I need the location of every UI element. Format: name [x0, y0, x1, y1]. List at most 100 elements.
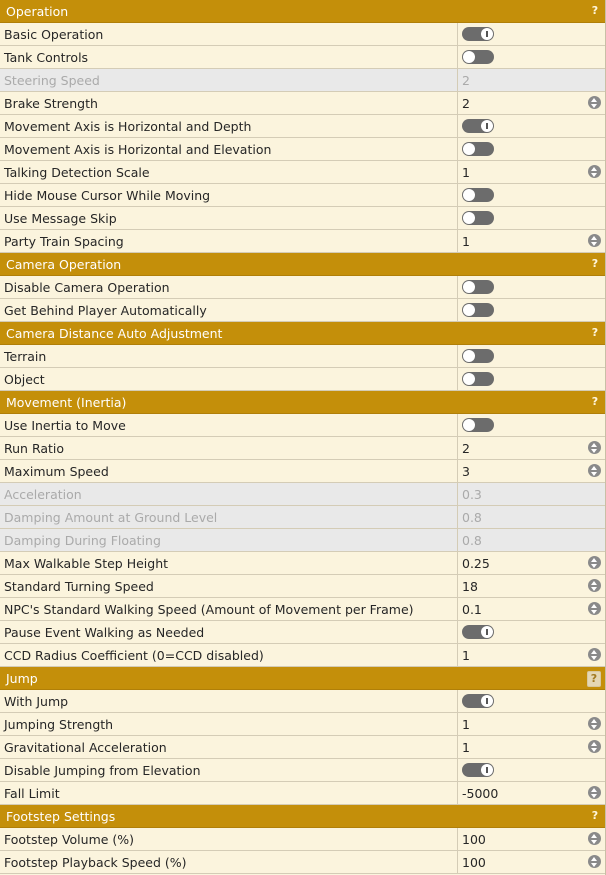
help-icon[interactable]: ? — [589, 809, 601, 823]
toggle-switch[interactable] — [462, 694, 494, 708]
toggle-switch[interactable] — [462, 142, 494, 156]
setting-value-cell: 18 — [458, 575, 605, 597]
number-input[interactable]: 0.25 — [462, 556, 490, 571]
setting-label: Party Train Spacing — [0, 230, 458, 252]
setting-value-cell: 0.8 — [458, 529, 605, 551]
section-header-camera-operation[interactable]: Camera Operation? — [0, 253, 605, 276]
setting-label: Terrain — [0, 345, 458, 367]
setting-value-cell: 0.3 — [458, 483, 605, 505]
setting-label: Use Inertia to Move — [0, 414, 458, 436]
help-icon[interactable]: ? — [589, 257, 601, 271]
setting-label: Standard Turning Speed — [0, 575, 458, 597]
number-input[interactable]: 3 — [462, 464, 470, 479]
number-input[interactable]: 1 — [462, 165, 470, 180]
toggle-switch[interactable] — [462, 349, 494, 363]
setting-value-cell: 2 — [458, 437, 605, 459]
spinner-icon[interactable] — [588, 740, 601, 753]
number-input[interactable]: -5000 — [462, 786, 498, 801]
spinner-icon[interactable] — [588, 441, 601, 454]
setting-row-run-ratio: Run Ratio 2 — [0, 437, 605, 460]
toggle-switch[interactable] — [462, 50, 494, 64]
toggle-switch[interactable] — [462, 211, 494, 225]
setting-row-use-message-skip: Use Message Skip — [0, 207, 605, 230]
toggle-switch[interactable] — [462, 625, 494, 639]
spinner-icon[interactable] — [588, 717, 601, 730]
spinner-icon[interactable] — [588, 832, 601, 845]
setting-row-acceleration: Acceleration 0.3 — [0, 483, 605, 506]
spinner-icon[interactable] — [588, 855, 601, 868]
toggle-switch[interactable] — [462, 418, 494, 432]
spinner-icon[interactable] — [588, 602, 601, 615]
toggle-knob — [463, 189, 475, 201]
setting-value-cell — [458, 138, 605, 160]
toggle-knob — [463, 212, 475, 224]
number-input[interactable]: 100 — [462, 855, 486, 870]
number-input[interactable]: 1 — [462, 234, 470, 249]
toggle-switch[interactable] — [462, 303, 494, 317]
toggle-switch[interactable] — [462, 280, 494, 294]
section-header-footstep-settings[interactable]: Footstep Settings? — [0, 805, 605, 828]
section-title: Jump — [6, 670, 38, 686]
setting-row-steering-speed: Steering Speed 2 — [0, 69, 605, 92]
spinner-icon[interactable] — [588, 786, 601, 799]
setting-row-tank-controls: Tank Controls — [0, 46, 605, 69]
setting-label: Maximum Speed — [0, 460, 458, 482]
toggle-knob — [463, 281, 475, 293]
toggle-switch[interactable] — [462, 763, 494, 777]
help-icon[interactable]: ? — [587, 671, 601, 687]
section-title: Operation — [6, 3, 69, 19]
section-header-jump[interactable]: Jump? — [0, 667, 605, 690]
number-input[interactable]: 100 — [462, 832, 486, 847]
spinner-icon[interactable] — [588, 96, 601, 109]
setting-label: Talking Detection Scale — [0, 161, 458, 183]
section-header-operation[interactable]: Operation? — [0, 0, 605, 23]
spinner-icon[interactable] — [588, 234, 601, 247]
number-input[interactable]: 0.1 — [462, 602, 482, 617]
number-input[interactable]: 2 — [462, 441, 470, 456]
spinner-icon[interactable] — [588, 579, 601, 592]
spinner-icon[interactable] — [588, 648, 601, 661]
number-input[interactable]: 18 — [462, 579, 478, 594]
setting-row-hide-mouse-cursor-while-moving: Hide Mouse Cursor While Moving — [0, 184, 605, 207]
setting-label: Footstep Volume (%) — [0, 828, 458, 850]
setting-row-brake-strength: Brake Strength 2 — [0, 92, 605, 115]
setting-row-party-train-spacing: Party Train Spacing 1 — [0, 230, 605, 253]
setting-value-cell — [458, 115, 605, 137]
setting-value-cell: 2 — [458, 69, 605, 91]
setting-value-cell: 100 — [458, 828, 605, 850]
setting-label: Movement Axis is Horizontal and Depth — [0, 115, 458, 137]
toggle-switch[interactable] — [462, 372, 494, 386]
setting-label: Brake Strength — [0, 92, 458, 114]
setting-value-cell — [458, 368, 605, 390]
setting-row-object: Object — [0, 368, 605, 391]
help-icon[interactable]: ? — [589, 4, 601, 18]
section-header-movement-inertia[interactable]: Movement (Inertia)? — [0, 391, 605, 414]
setting-value-cell: 100 — [458, 851, 605, 873]
spinner-icon[interactable] — [588, 556, 601, 569]
setting-label: With Jump — [0, 690, 458, 712]
setting-row-jumping-strength: Jumping Strength 1 — [0, 713, 605, 736]
toggle-switch[interactable] — [462, 27, 494, 41]
spinner-icon[interactable] — [588, 464, 601, 477]
setting-value-cell: 1 — [458, 230, 605, 252]
spinner-icon[interactable] — [588, 165, 601, 178]
setting-row-footstep-playback-speed: Footstep Playback Speed (%) 100 — [0, 851, 605, 874]
setting-label: Movement Axis is Horizontal and Elevatio… — [0, 138, 458, 160]
setting-value-cell: 1 — [458, 161, 605, 183]
toggle-switch[interactable] — [462, 119, 494, 133]
number-input[interactable]: 2 — [462, 96, 470, 111]
help-icon[interactable]: ? — [589, 326, 601, 340]
toggle-knob — [481, 695, 493, 707]
setting-row-disable-camera-operation: Disable Camera Operation — [0, 276, 605, 299]
settings-panel: Operation? Basic Operation Tank Controls St… — [0, 0, 606, 875]
toggle-switch[interactable] — [462, 188, 494, 202]
setting-row-use-inertia-to-move: Use Inertia to Move — [0, 414, 605, 437]
setting-value-readonly: 0.8 — [462, 533, 482, 548]
section-header-camera-distance-auto-adjustment[interactable]: Camera Distance Auto Adjustment? — [0, 322, 605, 345]
setting-value-cell — [458, 276, 605, 298]
help-icon[interactable]: ? — [589, 395, 601, 409]
number-input[interactable]: 1 — [462, 717, 470, 732]
number-input[interactable]: 1 — [462, 740, 470, 755]
setting-row-with-jump: With Jump — [0, 690, 605, 713]
number-input[interactable]: 1 — [462, 648, 470, 663]
